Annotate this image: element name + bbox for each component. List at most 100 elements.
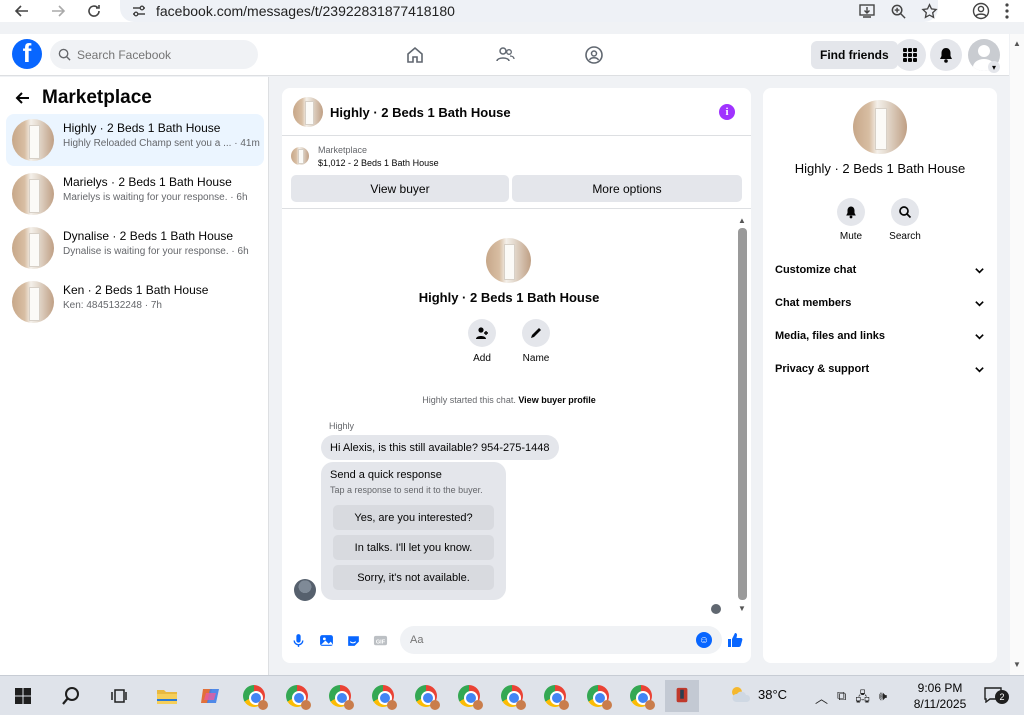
find-friends-button[interactable]: Find friends [811, 41, 898, 69]
scroll-thumb[interactable] [738, 228, 747, 600]
customize-chat-section[interactable]: Customize chat [775, 260, 985, 280]
chrome-taskbar-button[interactable] [624, 680, 658, 712]
conversation-preview: Marielys is waiting for your response. ·… [63, 192, 248, 203]
conversation-item[interactable]: Dynalise · 2 Beds 1 Bath House Dynalise … [6, 222, 264, 274]
active-app-button[interactable] [665, 680, 699, 712]
chat-avatar[interactable] [293, 97, 323, 127]
chrome-taskbar-button[interactable] [366, 680, 400, 712]
conversation-item[interactable]: Marielys · 2 Beds 1 Bath House Marielys … [6, 168, 264, 220]
media-files-links-section[interactable]: Media, files and links [775, 326, 985, 346]
add-label: Add [473, 353, 491, 364]
chrome-taskbar-button[interactable] [538, 680, 572, 712]
chrome-taskbar-button[interactable] [409, 680, 443, 712]
notification-center-button[interactable]: 2 [982, 684, 1009, 706]
name-button[interactable]: Name [506, 319, 566, 364]
back-arrow-icon[interactable] [12, 87, 34, 109]
profile-icon[interactable] [972, 2, 990, 20]
chat-title[interactable]: Highly · 2 Beds 1 Bath House [330, 105, 511, 120]
chrome-taskbar-button[interactable] [581, 680, 615, 712]
photo-icon[interactable] [318, 632, 334, 648]
notifications-button[interactable] [930, 39, 962, 71]
scroll-up-arrow-icon[interactable]: ▲ [1013, 39, 1021, 48]
quick-response-button[interactable]: Yes, are you interested? [333, 505, 494, 530]
friends-icon[interactable] [490, 44, 520, 66]
page-scrollbar[interactable]: ▲ ▼ [1010, 34, 1024, 675]
chrome-taskbar-button[interactable] [237, 680, 271, 712]
chevron-up-icon[interactable]: ︿ [815, 688, 828, 710]
more-options-button[interactable]: More options [512, 175, 742, 202]
chat-scrollbar[interactable]: ▲ ▼ [738, 216, 747, 614]
conversation-item[interactable]: Highly · 2 Beds 1 Bath House Highly Relo… [6, 114, 264, 166]
weather-widget[interactable]: 38°C [728, 684, 787, 704]
search-icon [62, 687, 79, 705]
scroll-up-arrow-icon[interactable]: ▲ [738, 216, 746, 225]
quick-response-button[interactable]: Sorry, it's not available. [333, 565, 494, 590]
scroll-down-arrow-icon[interactable]: ▼ [738, 604, 746, 613]
sender-avatar [294, 579, 316, 601]
url-text: facebook.com/messages/t/2392283187741818… [156, 3, 455, 19]
microphone-icon[interactable] [290, 632, 306, 648]
address-bar[interactable]: facebook.com/messages/t/2392283187741818… [120, 0, 938, 22]
start-button[interactable] [6, 680, 40, 712]
groups-icon[interactable] [579, 44, 609, 66]
conversation-sidebar: Marketplace Highly · 2 Beds 1 Bath House… [0, 77, 269, 675]
install-app-icon[interactable] [858, 2, 876, 20]
home-icon[interactable] [400, 44, 430, 66]
reload-icon[interactable] [82, 0, 106, 22]
privacy-support-section[interactable]: Privacy & support [775, 359, 985, 379]
zoom-icon[interactable] [890, 3, 907, 20]
forward-arrow-icon[interactable] [46, 0, 70, 22]
search-button[interactable] [54, 680, 88, 712]
volume-icon[interactable]: 🕪 [879, 688, 887, 710]
seen-indicator-avatar [711, 604, 721, 614]
chat-members-section[interactable]: Chat members [775, 293, 985, 313]
scroll-down-arrow-icon[interactable]: ▼ [1013, 660, 1021, 669]
listing-price[interactable]: $1,012 - 2 Beds 1 Bath House [318, 158, 439, 168]
search-in-chat-button[interactable]: Search [880, 198, 930, 242]
chevron-down-icon [975, 267, 984, 274]
add-button[interactable]: Add [452, 319, 512, 364]
copilot-button[interactable] [193, 680, 227, 712]
clock[interactable]: 9:06 PM 8/11/2025 [912, 680, 968, 712]
sender-name: Highly [329, 421, 355, 431]
conversation-item[interactable]: Ken · 2 Beds 1 Bath House Ken: 484513224… [6, 276, 264, 328]
thumbs-up-icon[interactable] [726, 631, 744, 649]
message-input[interactable] [410, 634, 680, 646]
bookmark-star-icon[interactable] [921, 2, 938, 20]
meet-now-icon[interactable]: ⧉ [837, 688, 846, 710]
chat-panel: Highly · 2 Beds 1 Bath House i Marketpla… [282, 88, 751, 663]
message-input-box[interactable] [400, 626, 722, 654]
view-buyer-profile-link[interactable]: View buyer profile [518, 395, 595, 405]
listing-thumbnail [291, 147, 309, 165]
temperature-text: 38°C [758, 686, 788, 702]
details-title: Highly · 2 Beds 1 Bath House [794, 161, 966, 176]
sticker-icon[interactable] [345, 632, 361, 648]
mute-button[interactable]: Mute [826, 198, 876, 242]
network-icon[interactable]: 🖧 [855, 688, 870, 710]
pencil-icon [531, 328, 541, 338]
site-settings-icon[interactable] [130, 2, 148, 20]
chevron-down-icon[interactable]: ▾ [988, 61, 1000, 73]
name-label: Name [522, 353, 550, 364]
info-icon[interactable]: i [719, 104, 735, 120]
browser-menu-icon[interactable] [1004, 2, 1010, 20]
task-view-button[interactable] [102, 680, 136, 712]
browser-toolbar: facebook.com/messages/t/2392283187741818… [0, 0, 1024, 22]
message-bubble[interactable]: Hi Alexis, is this still available? 954-… [321, 435, 559, 460]
chrome-taskbar-button[interactable] [280, 680, 314, 712]
chrome-taskbar-button[interactable] [452, 680, 486, 712]
file-explorer-button[interactable] [150, 680, 184, 712]
chrome-taskbar-button[interactable] [323, 680, 357, 712]
quick-response-button[interactable]: In talks. I'll let you know. [333, 535, 494, 560]
view-buyer-button[interactable]: View buyer [291, 175, 509, 202]
gif-icon[interactable]: GIF [372, 632, 388, 648]
facebook-logo[interactable]: f [12, 39, 42, 69]
back-arrow-icon[interactable] [10, 0, 34, 22]
chrome-taskbar-button[interactable] [495, 680, 529, 712]
chat-details-panel: Highly · 2 Beds 1 Bath House Mute Search… [763, 88, 997, 663]
task-view-icon [111, 689, 127, 703]
search-input[interactable] [77, 47, 237, 62]
emoji-icon[interactable]: ☺ [696, 632, 712, 648]
menu-grid-button[interactable] [894, 39, 926, 71]
facebook-search[interactable] [50, 40, 258, 69]
